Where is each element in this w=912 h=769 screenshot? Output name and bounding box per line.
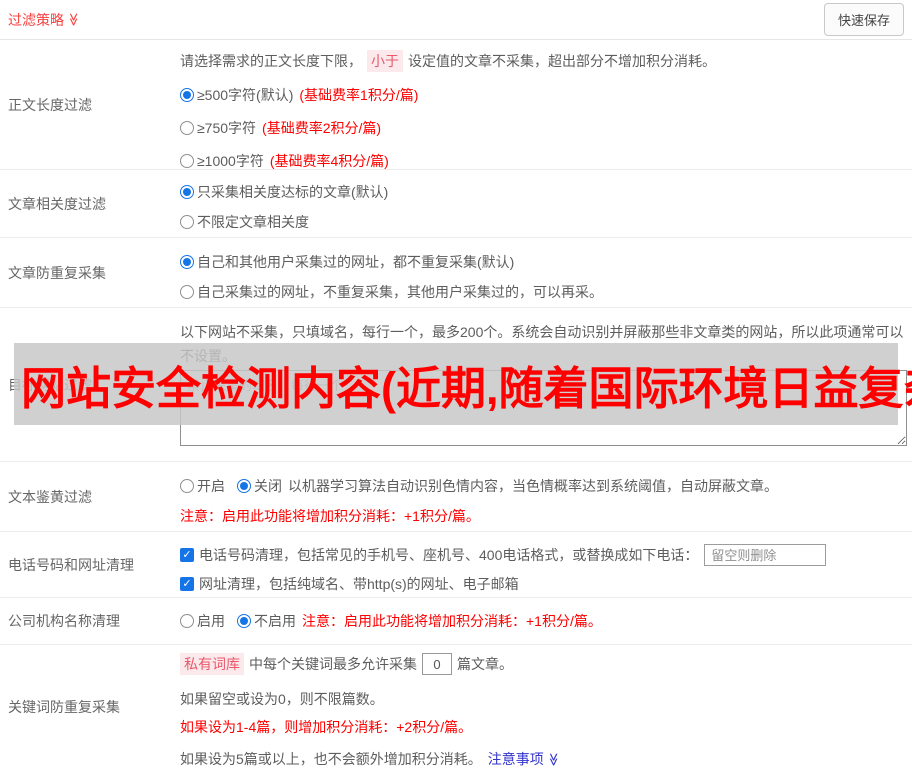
double-down-chevron-icon: ≫ — [66, 12, 82, 27]
radio-icon[interactable] — [180, 255, 194, 269]
max-articles-input[interactable] — [422, 653, 452, 675]
radio-icon[interactable] — [180, 88, 194, 102]
radio-icon[interactable] — [180, 121, 194, 135]
radio-option-1000[interactable]: ≥1000字符 (基础费率4积分/篇) — [180, 151, 904, 171]
page-title-text: 过滤策略 — [8, 11, 64, 28]
section-label: 关键词防重复采集 — [8, 698, 120, 715]
section-label: 公司机构名称清理 — [8, 613, 120, 629]
checkbox-icon-phone-clean[interactable] — [180, 548, 194, 562]
radio-option-dedupe-all[interactable]: 自己和其他用户采集过的网址，都不重复采集(默认) — [180, 252, 904, 272]
section-relevance: 文章相关度过滤 只采集相关度达标的文章(默认) 不限定文章相关度 — [0, 170, 912, 238]
section-target-site: 目标网站过滤 以下网站不采集，只填域名，每行一个，最多200个。系统会自动识别并… — [0, 308, 912, 462]
replacement-phone-input[interactable] — [704, 544, 827, 566]
section-label: 正文长度过滤 — [8, 96, 92, 113]
company-clean-note: 注意：启用此功能将增加积分消耗：+1积分/篇。 — [302, 613, 602, 629]
section-label: 文章防重复采集 — [8, 264, 106, 281]
less-than-highlight: 小于 — [367, 50, 403, 72]
radio-icon[interactable] — [180, 185, 194, 199]
double-down-chevron-icon: ≫ — [546, 752, 562, 766]
radio-option-500[interactable]: ≥500字符(默认) (基础费率1积分/篇) — [180, 85, 904, 105]
radio-icon[interactable] — [180, 215, 194, 229]
radio-option-relevance-strict[interactable]: 只采集相关度达标的文章(默认) — [180, 182, 904, 202]
radio-option-dedupe-self[interactable]: 自己采集过的网址，不重复采集，其他用户采集过的，可以再采。 — [180, 282, 904, 302]
section-label: 目标网站过滤 — [8, 376, 92, 393]
fee-note: (基础费率2积分/篇) — [262, 120, 382, 136]
quick-save-button[interactable]: 快速保存 — [823, 3, 904, 36]
porn-filter-desc: 以机器学习算法自动识别色情内容，当色情概率达到系统阈值，自动屏蔽文章。 — [288, 478, 778, 494]
radio-icon-disable[interactable] — [237, 479, 251, 493]
blocked-domains-textarea[interactable] — [180, 370, 907, 446]
radio-option-relevance-any[interactable]: 不限定文章相关度 — [180, 212, 904, 232]
porn-filter-note: 注意：启用此功能将增加积分消耗：+1积分/篇。 — [180, 508, 480, 524]
page-title[interactable]: 过滤策略 ≫ — [8, 10, 81, 30]
radio-icon-disable[interactable] — [237, 614, 251, 628]
porn-enable-label[interactable]: 开启 — [197, 476, 225, 496]
radio-option-750[interactable]: ≥750字符 (基础费率2积分/篇) — [180, 118, 904, 138]
fee-note: (基础费率1积分/篇) — [299, 87, 419, 103]
porn-disable-label[interactable]: 关闭 — [254, 476, 282, 496]
fee-note: (基础费率4积分/篇) — [269, 153, 389, 169]
radio-icon-enable[interactable] — [180, 479, 194, 493]
keyword-dedupe-line2: 如果留空或设为0，则不限篇数。 — [180, 691, 384, 707]
radio-icon[interactable] — [180, 285, 194, 299]
radio-icon-enable[interactable] — [180, 614, 194, 628]
target-site-intro: 以下网站不采集，只填域名，每行一个，最多200个。系统会自动识别并屏蔽那些非文章… — [180, 324, 904, 364]
section-porn-filter: 文本鉴黄过滤 开启 关闭 以机器学习算法自动识别色情内容，当色情概率达到系统阈值… — [0, 462, 912, 532]
section-label: 文章相关度过滤 — [8, 195, 106, 212]
phone-clean-label: 电话号码清理，包括常见的手机号、座机号、400电话格式，或替换成如下电话： — [199, 547, 699, 563]
section-company-clean: 公司机构名称清理 启用 不启用 注意：启用此功能将增加积分消耗：+1积分/篇。 — [0, 598, 912, 645]
notice-link[interactable]: 注意事项 ≫ — [488, 749, 561, 769]
section-label: 电话号码和网址清理 — [8, 556, 134, 573]
radio-icon[interactable] — [180, 154, 194, 168]
section-phone-url-clean: 电话号码和网址清理 电话号码清理，包括常见的手机号、座机号、400电话格式，或替… — [0, 532, 912, 598]
private-lexicon-highlight: 私有词库 — [180, 653, 244, 675]
body-length-intro: 请选择需求的正文长度下限， 小于 设定值的文章不采集，超出部分不增加积分消耗。 — [180, 50, 904, 72]
keyword-dedupe-line3: 如果设为1-4篇，则增加积分消耗：+2积分/篇。 — [180, 719, 473, 735]
section-label: 文本鉴黄过滤 — [8, 488, 92, 505]
url-clean-label: 网址清理，包括纯域名、带http(s)的网址、电子邮箱 — [199, 576, 519, 592]
company-enable-label[interactable]: 启用 — [197, 611, 225, 631]
keyword-dedupe-line4: 如果设为5篇或以上，也不会额外增加积分消耗。 — [180, 751, 482, 767]
section-body-length: 正文长度过滤 请选择需求的正文长度下限， 小于 设定值的文章不采集，超出部分不增… — [0, 40, 912, 170]
section-dedupe: 文章防重复采集 自己和其他用户采集过的网址，都不重复采集(默认) 自己采集过的网… — [0, 238, 912, 308]
company-disable-label[interactable]: 不启用 — [254, 611, 296, 631]
checkbox-icon-url-clean[interactable] — [180, 577, 194, 591]
section-keyword-dedupe: 关键词防重复采集 私有词库 中每个关键词最多允许采集 篇文章。 如果留空或设为0… — [0, 645, 912, 768]
top-bar: 过滤策略 ≫ 快速保存 — [0, 0, 912, 40]
